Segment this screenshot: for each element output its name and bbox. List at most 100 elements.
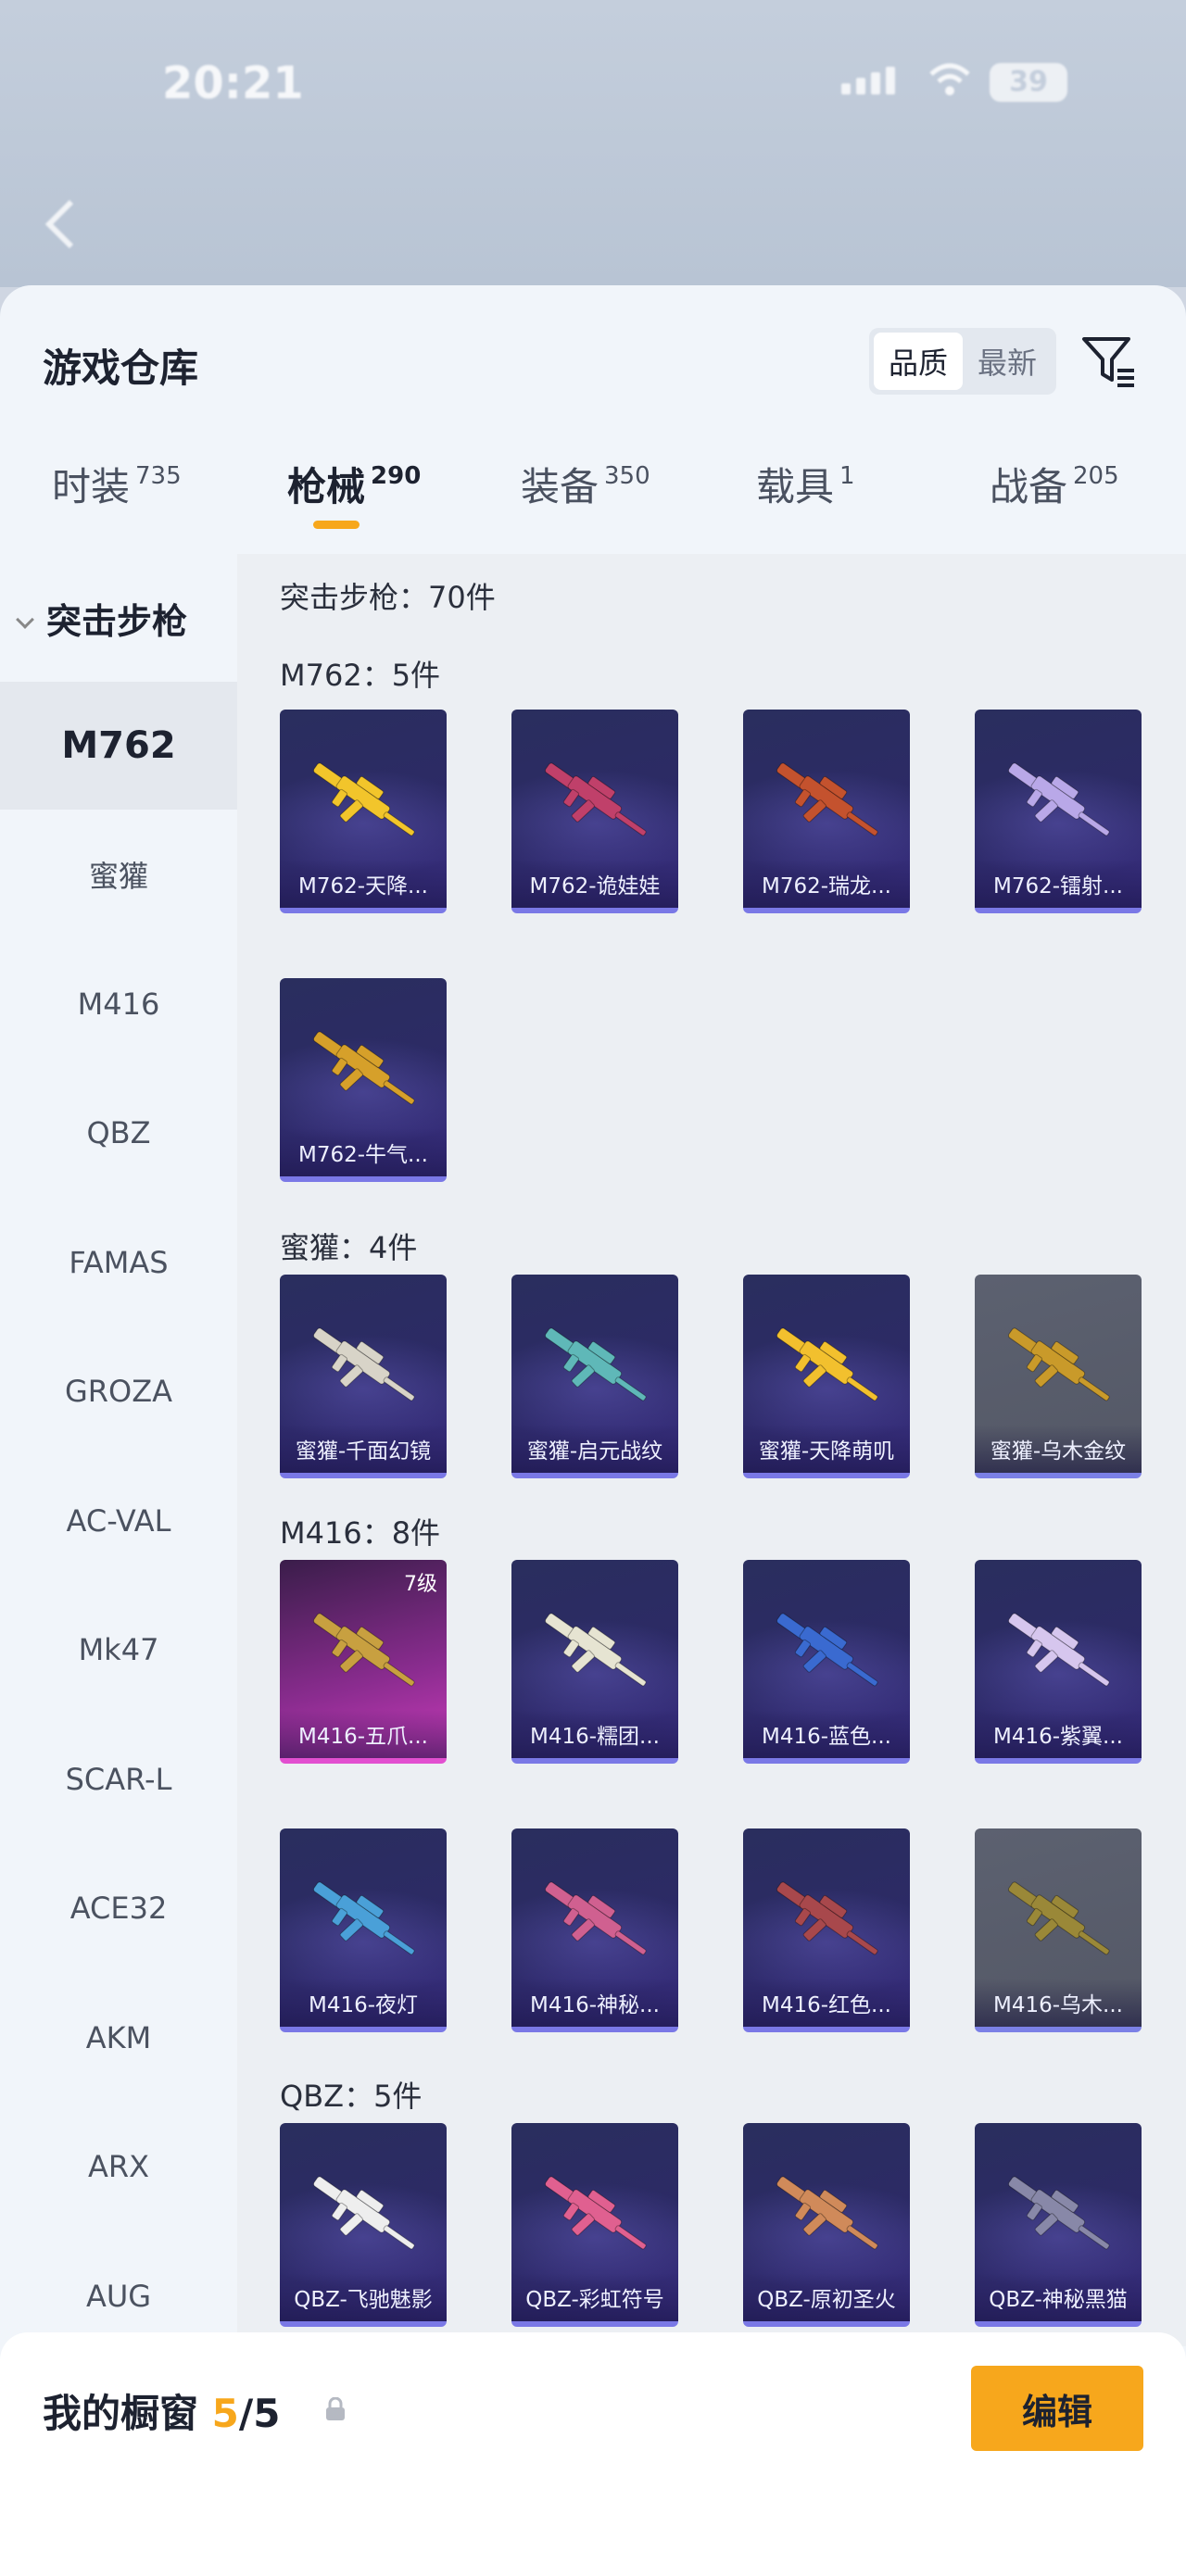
tab-count: 205 [1073, 462, 1119, 490]
skin-card[interactable]: 蜜獾-启元战纹 [511, 1275, 678, 1478]
weapon-grid: 突击步枪：70件 M762：5件 M762-天降... M762-诡娃娃 M76… [237, 554, 1186, 2346]
sidebar-item-akm[interactable]: AKM [0, 1974, 237, 2102]
skin-card[interactable]: M416-紫翼... [975, 1560, 1142, 1764]
skin-card[interactable]: M762-天降... [280, 710, 447, 913]
tab-fashion[interactable]: 时装 735 [52, 456, 182, 512]
edit-button[interactable]: 编辑 [971, 2366, 1143, 2451]
skin-card[interactable]: 蜜獾-天降萌叽 [743, 1275, 910, 1478]
rifle-icon [1007, 762, 1110, 836]
rifle-icon [312, 1613, 415, 1687]
tab-guns[interactable]: 枪械 290 [287, 456, 421, 529]
rifle-icon [776, 2176, 878, 2250]
sort-latest-button[interactable]: 最新 [963, 333, 1052, 390]
skin-card[interactable]: M762-诡娃娃 [511, 710, 678, 913]
skin-card[interactable]: M416-红色... [743, 1828, 910, 2032]
sidebar-item-ac-val[interactable]: AC-VAL [0, 1457, 237, 1585]
showcase-title: 我的橱窗 5/5 [43, 2382, 280, 2439]
skin-card[interactable]: M416-乌木... [975, 1828, 1142, 2032]
rifle-icon [1007, 1327, 1110, 1401]
skin-name: QBZ-彩虹符号 [511, 2273, 678, 2321]
signal-icon [841, 67, 895, 94]
rifle-icon [544, 1327, 647, 1401]
skin-name: M762-天降... [280, 860, 447, 908]
showcase-label: 我的橱窗 [43, 2391, 199, 2436]
skin-card[interactable]: QBZ-原初圣火 [743, 2123, 910, 2327]
sidebar-category-label: 突击步枪 [46, 601, 188, 642]
warehouse-sheet: 游戏仓库 品质 最新 时装 735 枪械 290 装备 350 载具 1 战备 205 突… [0, 285, 1186, 2576]
skin-card[interactable]: 蜜獾-乌木金纹 [975, 1275, 1142, 1478]
sidebar-item-m416[interactable]: M416 [0, 940, 237, 1068]
wifi-icon [929, 63, 970, 95]
rifle-icon [544, 2176, 647, 2250]
skin-card[interactable]: M762-镭射... [975, 710, 1142, 913]
tab-equipment[interactable]: 装备 350 [521, 456, 650, 512]
rifle-icon [312, 762, 415, 836]
rifle-icon [1007, 2176, 1110, 2250]
status-time: 20:21 [162, 57, 304, 109]
rifle-icon [312, 1327, 415, 1401]
skin-card[interactable]: QBZ-飞驰魅影 [280, 2123, 447, 2327]
page-title: 游戏仓库 [43, 346, 199, 391]
sort-toggle: 品质 最新 [869, 328, 1056, 395]
tab-label: 装备 [521, 464, 599, 509]
filter-icon[interactable] [1079, 332, 1138, 391]
sidebar-item-ace32[interactable]: ACE32 [0, 1844, 237, 1972]
skin-name: 蜜獾-千面幻镜 [280, 1425, 447, 1473]
skin-card[interactable]: 7级 M416-五爪... [280, 1560, 447, 1764]
skin-card[interactable]: QBZ-神秘黑猫 [975, 2123, 1142, 2327]
rifle-icon [776, 1881, 878, 1955]
tab-count: 735 [135, 462, 182, 490]
group-header-m416: M416：8件 [280, 1515, 441, 1551]
rifle-icon [312, 1031, 415, 1105]
skin-name: M416-神秘... [511, 1979, 678, 2027]
skin-card[interactable]: M416-夜灯 [280, 1828, 447, 2032]
showcase-bar: 我的橱窗 5/5 编辑 [0, 2332, 1186, 2576]
rifle-icon [544, 762, 647, 836]
tab-count: 350 [604, 462, 650, 490]
category-count: 突击步枪：70件 [280, 580, 496, 615]
skin-card[interactable]: M762-瑞龙... [743, 710, 910, 913]
status-area: 20:21 39 [0, 0, 1186, 287]
rifle-icon [776, 762, 878, 836]
rifle-icon [312, 2176, 415, 2250]
sidebar-item-scar-l[interactable]: SCAR-L [0, 1715, 237, 1843]
back-icon[interactable] [42, 196, 79, 252]
showcase-total: /5 [238, 2391, 281, 2436]
sort-quality-button[interactable]: 品质 [874, 333, 963, 390]
tab-label: 时装 [52, 464, 131, 509]
skin-card[interactable]: M416-神秘... [511, 1828, 678, 2032]
sidebar-item-m762[interactable]: M762 [0, 682, 237, 810]
sidebar-item-famas[interactable]: FAMAS [0, 1199, 237, 1326]
tab-count: 1 [839, 462, 855, 490]
rifle-icon [544, 1613, 647, 1687]
rifle-icon [1007, 1881, 1110, 1955]
skin-card[interactable]: M416-蓝色... [743, 1560, 910, 1764]
rifle-icon [544, 1881, 647, 1955]
tab-supplies[interactable]: 战备 205 [990, 456, 1119, 512]
tab-label: 载具 [756, 464, 835, 509]
sidebar-item-mk47[interactable]: Mk47 [0, 1586, 237, 1714]
tab-label: 战备 [990, 464, 1068, 509]
skin-name: QBZ-飞驰魅影 [280, 2273, 447, 2321]
battery-icon: 39 [990, 63, 1067, 102]
skin-card[interactable]: M762-牛气... [280, 978, 447, 1182]
sidebar-item-honey-badger[interactable]: 蜜獾 [0, 810, 237, 938]
sidebar-item-groza[interactable]: GROZA [0, 1327, 237, 1455]
group-header-qbz: QBZ：5件 [280, 2079, 423, 2114]
rifle-icon [1007, 1613, 1110, 1687]
skin-card[interactable]: 蜜獾-千面幻镜 [280, 1275, 447, 1478]
sidebar-category[interactable]: 突击步枪 [16, 593, 188, 644]
chevron-down-icon [16, 610, 34, 629]
sidebar-item-qbz[interactable]: QBZ [0, 1069, 237, 1197]
skin-card[interactable]: M416-糯团... [511, 1560, 678, 1764]
skin-name: M416-蓝色... [743, 1710, 910, 1758]
skin-name: M416-乌木... [975, 1979, 1142, 2027]
skin-name: M762-瑞龙... [743, 860, 910, 908]
skin-card[interactable]: QBZ-彩虹符号 [511, 2123, 678, 2327]
skin-name: 蜜獾-启元战纹 [511, 1425, 678, 1473]
tab-label: 枪械 [287, 464, 366, 509]
skin-name: M762-镭射... [975, 860, 1142, 908]
sidebar-item-arx[interactable]: ARX [0, 2103, 237, 2230]
tab-vehicles[interactable]: 载具 1 [756, 456, 855, 512]
lock-icon [326, 2397, 345, 2420]
